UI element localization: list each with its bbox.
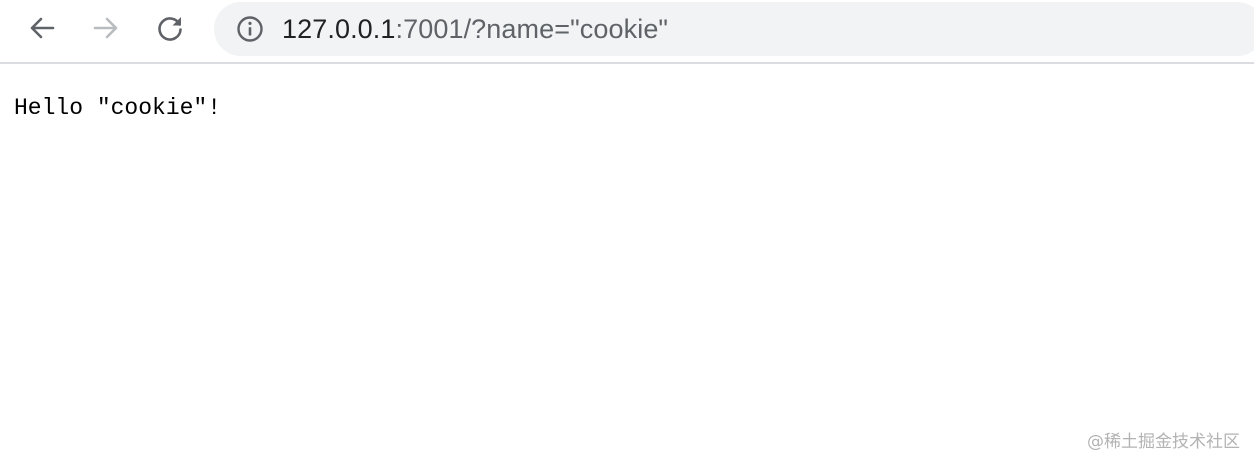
reload-icon bbox=[158, 17, 182, 41]
forward-button[interactable] bbox=[84, 8, 128, 48]
arrow-right-icon bbox=[93, 17, 118, 39]
address-bar[interactable]: 127.0.0.1:7001/?name="cookie" bbox=[214, 2, 1254, 56]
browser-toolbar: 127.0.0.1:7001/?name="cookie" bbox=[0, 0, 1254, 64]
arrow-left-icon bbox=[30, 17, 55, 39]
page-body-text: Hello "cookie"! bbox=[14, 95, 222, 121]
back-button[interactable] bbox=[20, 8, 64, 48]
url-path: :7001/?name="cookie" bbox=[395, 14, 669, 44]
reload-button[interactable] bbox=[148, 8, 192, 48]
url-text[interactable]: 127.0.0.1:7001/?name="cookie" bbox=[282, 11, 668, 47]
watermark: @稀土掘金技术社区 bbox=[1087, 432, 1240, 452]
url-host: 127.0.0.1 bbox=[282, 14, 396, 44]
info-circle-icon[interactable] bbox=[236, 15, 264, 43]
